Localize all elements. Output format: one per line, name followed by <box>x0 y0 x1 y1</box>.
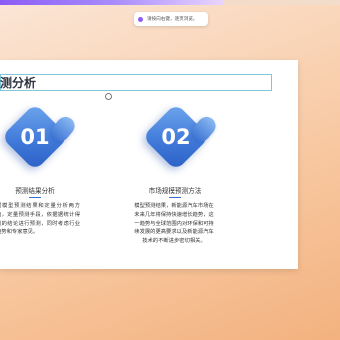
card-number: 02 <box>161 125 191 149</box>
card-heading: 预测结果分析 <box>15 187 55 195</box>
card-heading: 市场规模预测方法 <box>148 187 202 195</box>
progress-bar <box>0 0 225 5</box>
info-icon <box>138 16 143 22</box>
heading-underline <box>169 197 181 198</box>
heading-underline <box>29 197 41 198</box>
progress-track <box>0 0 340 5</box>
slide-canvas[interactable]: 测分析 01 预测结果分析 据模型预测结果和定量分析两方面，定量预测手段，依据据… <box>0 60 298 269</box>
diamond-badge-01: 01 <box>0 102 79 172</box>
card-body: 据模型预测结果和定量分析两方面，定量预测手段，依据据统计得到的结论进行预测，同时… <box>0 203 80 236</box>
card-number: 01 <box>20 125 50 149</box>
toast-text: 请按向右键，逐页浏览。 <box>147 17 198 22</box>
hint-toast: 请按向右键，逐页浏览。 <box>134 12 208 26</box>
selected-textbox[interactable] <box>0 74 272 91</box>
diamond-badge-02: 02 <box>141 102 220 172</box>
card-body: 模型预测结果，新能源汽车市场在未来几年将保持快速增长趋势，这一趋势与全球范围内对… <box>134 203 214 245</box>
rotate-handle-icon[interactable] <box>105 93 112 100</box>
slide-title[interactable]: 测分析 <box>0 75 36 91</box>
